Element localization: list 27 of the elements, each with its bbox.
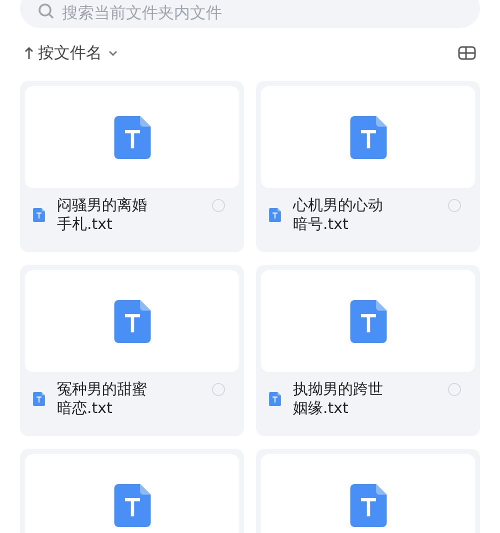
text-file-icon	[350, 116, 386, 158]
file-card[interactable]: 冤种男的甜蜜暗恋.txt	[20, 265, 244, 436]
sort-button[interactable]: 按文件名	[24, 42, 120, 64]
text-file-icon	[114, 300, 150, 342]
file-name: 冤种男的甜蜜暗恋.txt	[57, 380, 148, 418]
text-file-icon	[269, 208, 281, 222]
select-checkbox[interactable]	[212, 199, 225, 212]
grid-view-icon[interactable]	[458, 46, 476, 60]
file-card[interactable]: 闷骚男的离婚手札.txt	[20, 81, 244, 252]
text-file-icon	[114, 484, 150, 526]
text-file-icon	[114, 116, 150, 158]
sort-arrow-icon	[24, 46, 34, 60]
search-field[interactable]: 搜索当前文件夹内文件	[20, 0, 480, 28]
select-checkbox[interactable]	[212, 383, 225, 396]
text-file-icon	[350, 300, 386, 342]
select-checkbox[interactable]	[448, 199, 461, 212]
text-file-icon	[269, 392, 281, 406]
text-file-icon	[33, 208, 45, 222]
file-name: 执拗男的跨世姻缘.txt	[293, 380, 384, 418]
file-card[interactable]: 心机男的心动暗号.txt	[256, 81, 480, 252]
file-name: 闷骚男的离婚手札.txt	[57, 196, 148, 234]
file-name: 心机男的心动暗号.txt	[293, 196, 384, 234]
file-card[interactable]: 执拗男的跨世姻缘.txt	[256, 265, 480, 436]
search-icon	[38, 3, 54, 19]
text-file-icon	[350, 484, 386, 526]
text-file-icon	[33, 392, 45, 406]
select-checkbox[interactable]	[448, 383, 461, 396]
